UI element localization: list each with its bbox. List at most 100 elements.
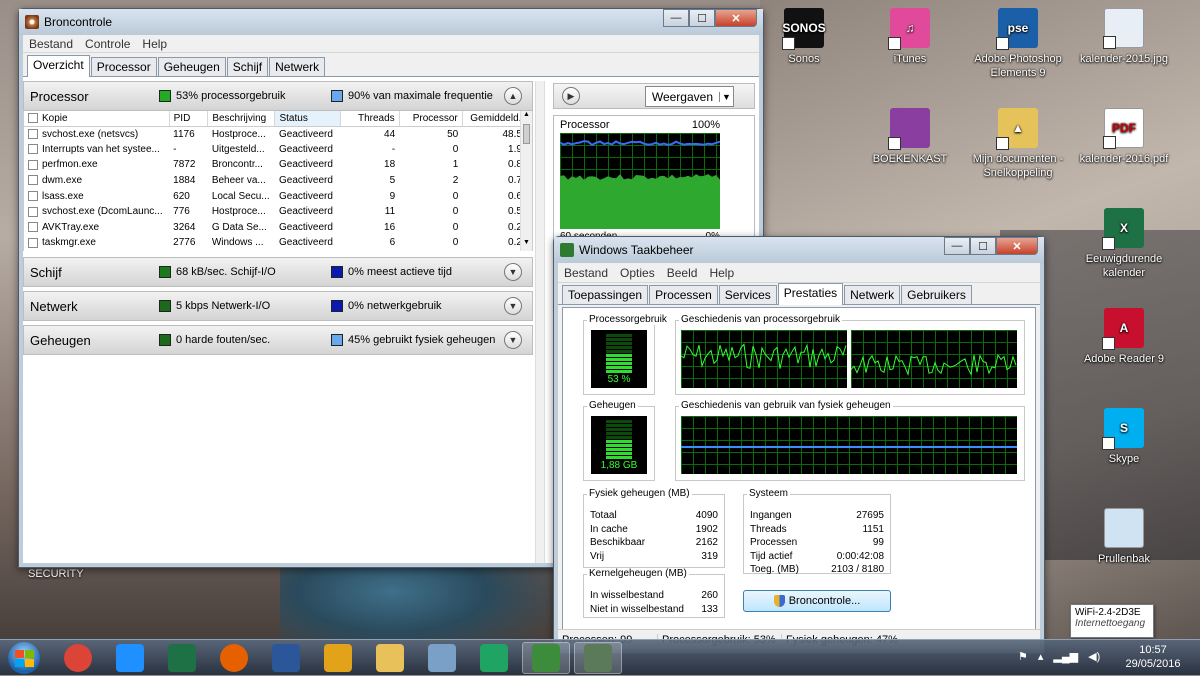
memory-faults-text: 0 harde fouten/sec. <box>176 334 271 346</box>
pane-scrollbar[interactable] <box>535 81 545 563</box>
minimize-button[interactable]: — <box>663 9 689 27</box>
views-dropdown[interactable]: Weergaven ▼ <box>644 86 734 107</box>
desktop-icon[interactable]: pse Adobe Photoshop Elements 9 <box>972 8 1064 80</box>
row-checkbox[interactable] <box>28 237 38 248</box>
taskbar-resource-monitor[interactable] <box>522 642 570 674</box>
desktop-icon[interactable]: ▲ Mijn documenten - Snelkoppeling <box>972 108 1064 180</box>
taskbar-word[interactable] <box>262 642 310 674</box>
table-row[interactable]: taskmgr.exe 2776 Windows ... Geactiveerd 6 0 0… <box>24 235 532 251</box>
cpu-usage-swatch <box>159 90 171 102</box>
menu-item[interactable]: Help <box>136 37 173 51</box>
column-header[interactable]: Processor <box>399 111 463 127</box>
close-button[interactable]: ✕ <box>996 237 1038 255</box>
tray-network-icon[interactable]: ▂▄▆ <box>1053 650 1078 663</box>
menu-item[interactable]: Bestand <box>558 266 614 280</box>
taskbar-outlook[interactable] <box>314 642 362 674</box>
tab-netwerk[interactable]: Netwerk <box>269 57 326 76</box>
taskbar-excel[interactable] <box>158 642 206 674</box>
table-cell: Geactiveerd <box>278 159 333 171</box>
taskbar-task-manager[interactable] <box>574 642 622 674</box>
tab-processen[interactable]: Processen <box>649 285 718 304</box>
row-checkbox[interactable] <box>28 159 38 170</box>
maximize-button[interactable]: ☐ <box>689 9 715 27</box>
tab-gebruikers[interactable]: Gebruikers <box>901 285 972 304</box>
paint-icon <box>428 644 456 672</box>
row-checkbox[interactable] <box>28 206 38 217</box>
column-header[interactable]: Status <box>274 111 341 127</box>
menu-item[interactable]: Controle <box>79 37 136 51</box>
desktop-icon[interactable]: Prullenbak <box>1078 508 1170 566</box>
row-checkbox[interactable] <box>28 175 38 186</box>
memory-section-header[interactable]: Geheugen 0 harde fouten/sec. 45% gebruik… <box>23 325 533 355</box>
minimize-button[interactable]: — <box>944 237 970 255</box>
system-tray[interactable]: ⚑ ▴ ▂▄▆ ◀) <box>1018 650 1100 663</box>
row-checkbox[interactable] <box>28 144 38 155</box>
tray-arrow-icon[interactable]: ▴ <box>1038 650 1044 663</box>
tab-schijf[interactable]: Schijf <box>226 57 269 76</box>
row-checkbox[interactable] <box>28 128 38 139</box>
table-row[interactable]: AVKTray.exe 3264 G Data Se... Geactiveerd 16… <box>24 219 532 236</box>
select-all-checkbox[interactable] <box>28 113 38 124</box>
table-row[interactable]: dwm.exe 1884 Beheer va... Geactiveerd 5 2 0.77 <box>24 172 532 189</box>
resource-monitor-button[interactable]: Broncontrole... <box>743 590 891 612</box>
close-button[interactable]: ✕ <box>715 9 757 27</box>
column-header[interactable]: Threads <box>340 111 400 127</box>
table-row[interactable]: svchost.exe (DcomLaunc... 776 Hostproce...… <box>24 203 532 220</box>
column-header[interactable]: PID <box>169 111 209 127</box>
table-cell: 7872 <box>173 159 196 171</box>
clock[interactable]: 10:57 29/05/2016 <box>1118 643 1188 671</box>
resource-monitor-titlebar[interactable]: Broncontrole — ☐ ✕ <box>19 9 763 35</box>
row-checkbox[interactable] <box>28 191 38 202</box>
table-row[interactable]: perfmon.exe 7872 Broncontr... Geactiveerd 18… <box>24 157 532 173</box>
desktop-icon[interactable]: S Skype <box>1078 408 1170 466</box>
desktop-icon[interactable]: X Eeuwigdurende kalender <box>1078 208 1170 280</box>
stat-label: Beschikbaar <box>590 537 646 548</box>
table-row[interactable]: Interrupts van het systee... - Uitgesteld.… <box>24 141 532 158</box>
desktop-icon[interactable]: BOEKENKAST <box>864 108 956 166</box>
tab-processor[interactable]: Processor <box>90 57 157 76</box>
tab-geheugen[interactable]: Geheugen <box>157 57 226 76</box>
tab-netwerk[interactable]: Netwerk <box>844 285 901 304</box>
tray-flag-icon[interactable]: ⚑ <box>1018 650 1028 663</box>
desktop-icon[interactable]: ♫ iTunes <box>864 8 956 66</box>
expand-right-chevron-icon[interactable]: ▶ <box>562 87 580 105</box>
network-section-header[interactable]: Netwerk 5 kbps Netwerk-I/O 0% netwerkgeb… <box>23 291 533 321</box>
menu-item[interactable]: Beeld <box>661 266 704 280</box>
tab-overzicht[interactable]: Overzicht <box>27 55 90 77</box>
taskbar-chrome[interactable] <box>54 642 102 674</box>
taskbar-internet-explorer[interactable] <box>106 642 154 674</box>
expand-chevron-icon[interactable]: ▼ <box>504 263 522 281</box>
menu-item[interactable]: Opties <box>614 266 661 280</box>
taskbar-paint[interactable] <box>418 642 466 674</box>
menu-item[interactable]: Help <box>703 266 740 280</box>
collapse-chevron-icon[interactable]: ▲ <box>504 87 522 105</box>
task-manager-window[interactable]: Windows Taakbeheer — ☐ ✕ Bestand Opties Be… <box>553 236 1045 654</box>
taskbar-firefox[interactable] <box>210 642 258 674</box>
table-cell: 1884 <box>173 175 196 187</box>
taskbar-explorer[interactable] <box>366 642 414 674</box>
column-header[interactable]: Beschrijving <box>207 111 276 127</box>
tab-services[interactable]: Services <box>718 285 777 304</box>
disk-section-header[interactable]: Schijf 68 kB/sec. Schijf-I/O 0% meest ac… <box>23 257 533 287</box>
tab-prestaties[interactable]: Prestaties <box>777 283 844 305</box>
menu-item[interactable]: Bestand <box>23 37 79 51</box>
desktop-icon[interactable]: A Adobe Reader 9 <box>1078 308 1170 366</box>
processor-section-header[interactable]: Processor 53% processorgebruik 90% van m… <box>23 81 533 111</box>
tray-volume-icon[interactable]: ◀) <box>1088 650 1100 663</box>
maximize-button[interactable]: ☐ <box>970 237 996 255</box>
task-manager-titlebar[interactable]: Windows Taakbeheer — ☐ ✕ <box>554 237 1044 263</box>
table-scrollbar[interactable]: ▲ ▼ <box>520 111 532 251</box>
row-checkbox[interactable] <box>28 222 38 233</box>
table-row[interactable]: svchost.exe (netsvcs) 1176 Hostproce... Gea… <box>24 126 532 142</box>
desktop-icon[interactable]: PDF kalender-2016.pdf <box>1078 108 1170 166</box>
chevron-down-icon: ▼ <box>719 91 733 102</box>
expand-chevron-icon[interactable]: ▼ <box>504 331 522 349</box>
table-row[interactable]: lsass.exe 620 Local Secu... Geactiveerd 9 0 0.… <box>24 188 532 204</box>
column-header[interactable]: Kopie <box>24 111 170 127</box>
desktop-icon[interactable]: SONOS Sonos <box>758 8 850 66</box>
desktop-icon[interactable]: kalender-2015.jpg <box>1078 8 1170 66</box>
tab-toepassingen[interactable]: Toepassingen <box>562 285 649 304</box>
expand-chevron-icon[interactable]: ▼ <box>504 297 522 315</box>
start-button[interactable] <box>2 640 46 676</box>
taskbar-google-drive[interactable] <box>470 642 518 674</box>
